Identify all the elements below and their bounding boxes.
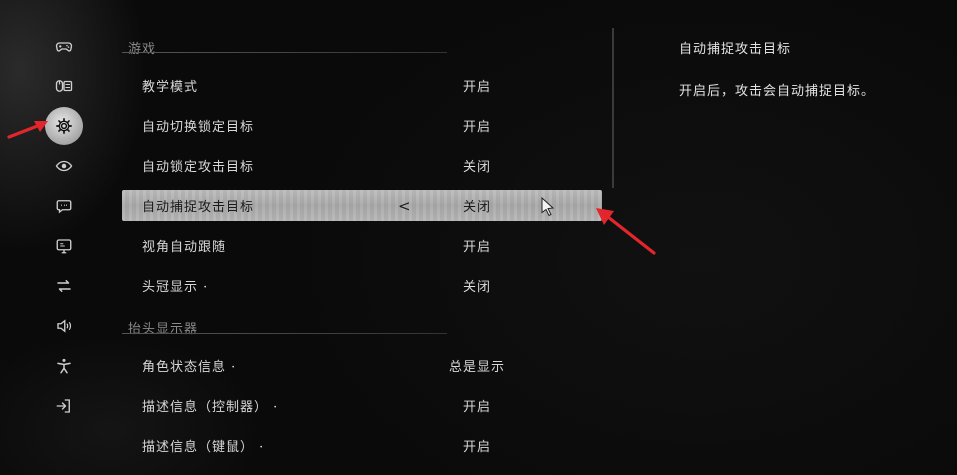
section-divider xyxy=(122,333,447,334)
setting-label: 自动捕捉攻击目标 xyxy=(142,200,255,215)
sidebar-item-exit[interactable] xyxy=(45,387,83,425)
eye-icon xyxy=(55,160,73,172)
setting-value: 开启 xyxy=(462,79,491,95)
speaker-icon xyxy=(57,319,72,333)
section-header-hud: 抬头显示器 xyxy=(128,322,199,337)
exit-icon xyxy=(56,399,70,413)
sidebar-item-audio[interactable] xyxy=(45,307,83,345)
detail-description: 开启后，攻击会自动捕捉目标。 xyxy=(679,84,876,99)
setting-value: 开启 xyxy=(462,119,491,135)
swap-arrows-icon xyxy=(57,280,71,292)
setting-row-auto-capture-target[interactable]: 自动捕捉攻击目标 < 关闭 xyxy=(122,190,602,221)
sidebar-item-subtitles[interactable] xyxy=(45,187,83,225)
setting-label: 角色状态信息 · xyxy=(142,359,237,375)
setting-value: 关闭 xyxy=(462,200,491,215)
setting-row-tutorial-mode[interactable]: 教学模式 开启 xyxy=(122,69,602,101)
setting-value: 总是显示 xyxy=(448,359,505,375)
setting-label: 自动锁定攻击目标 xyxy=(142,159,255,175)
mouse-cursor-icon xyxy=(541,197,555,217)
setting-label: 描述信息（键鼠） · xyxy=(142,439,265,455)
setting-value: 开启 xyxy=(462,239,491,255)
sidebar-item-gameplay-controller[interactable] xyxy=(45,27,83,65)
setting-row-camera-follow[interactable]: 视角自动跟随 开启 xyxy=(122,229,602,261)
sidebar-item-accessibility[interactable] xyxy=(45,347,83,385)
accessibility-icon xyxy=(57,358,71,374)
setting-label: 自动切换锁定目标 xyxy=(142,119,255,135)
gamepad-icon xyxy=(55,42,73,52)
chat-bubble-icon xyxy=(56,200,72,214)
setting-row-auto-lock-target[interactable]: 自动锁定攻击目标 关闭 xyxy=(122,149,602,181)
setting-label: 视角自动跟随 xyxy=(142,239,227,255)
sidebar-item-game-settings[interactable] xyxy=(45,107,83,145)
section-header-game: 游戏 xyxy=(128,42,157,57)
setting-label: 教学模式 xyxy=(142,79,199,95)
sidebar-item-display[interactable] xyxy=(45,147,83,185)
setting-label: 头冠显示 · xyxy=(142,279,209,295)
detail-title: 自动捕捉攻击目标 xyxy=(679,42,792,57)
gear-icon xyxy=(56,118,72,134)
sidebar-item-keyboard-mouse[interactable] xyxy=(45,67,83,105)
setting-value: 关闭 xyxy=(462,279,491,295)
monitor-icon xyxy=(56,239,72,254)
sidebar-item-graphics[interactable] xyxy=(45,227,83,265)
setting-value: 开启 xyxy=(462,439,491,455)
setting-value: 开启 xyxy=(462,399,491,415)
settings-screen: 游戏 教学模式 开启 自动切换锁定目标 开启 自动锁定攻击目标 关闭 自动捕捉攻… xyxy=(0,0,957,475)
setting-row-helmet-display[interactable]: 头冠显示 · 关闭 xyxy=(122,269,602,301)
setting-row-desc-keyboard-mouse[interactable]: 描述信息（键鼠） · 开启 xyxy=(122,429,602,461)
section-divider xyxy=(122,52,447,53)
sidebar-item-controls[interactable] xyxy=(45,267,83,305)
setting-value: 关闭 xyxy=(462,159,491,175)
setting-row-character-status[interactable]: 角色状态信息 · 总是显示 xyxy=(122,349,602,381)
annotation-arrow-icon xyxy=(596,208,656,255)
setting-label: 描述信息（控制器） · xyxy=(142,399,279,415)
setting-row-desc-controller[interactable]: 描述信息（控制器） · 开启 xyxy=(122,389,602,421)
list-scrollbar[interactable] xyxy=(612,28,614,188)
setting-row-auto-switch-lock[interactable]: 自动切换锁定目标 开启 xyxy=(122,109,602,141)
mouse-keyboard-icon xyxy=(55,80,73,92)
chevron-left-icon[interactable]: < xyxy=(398,197,411,215)
